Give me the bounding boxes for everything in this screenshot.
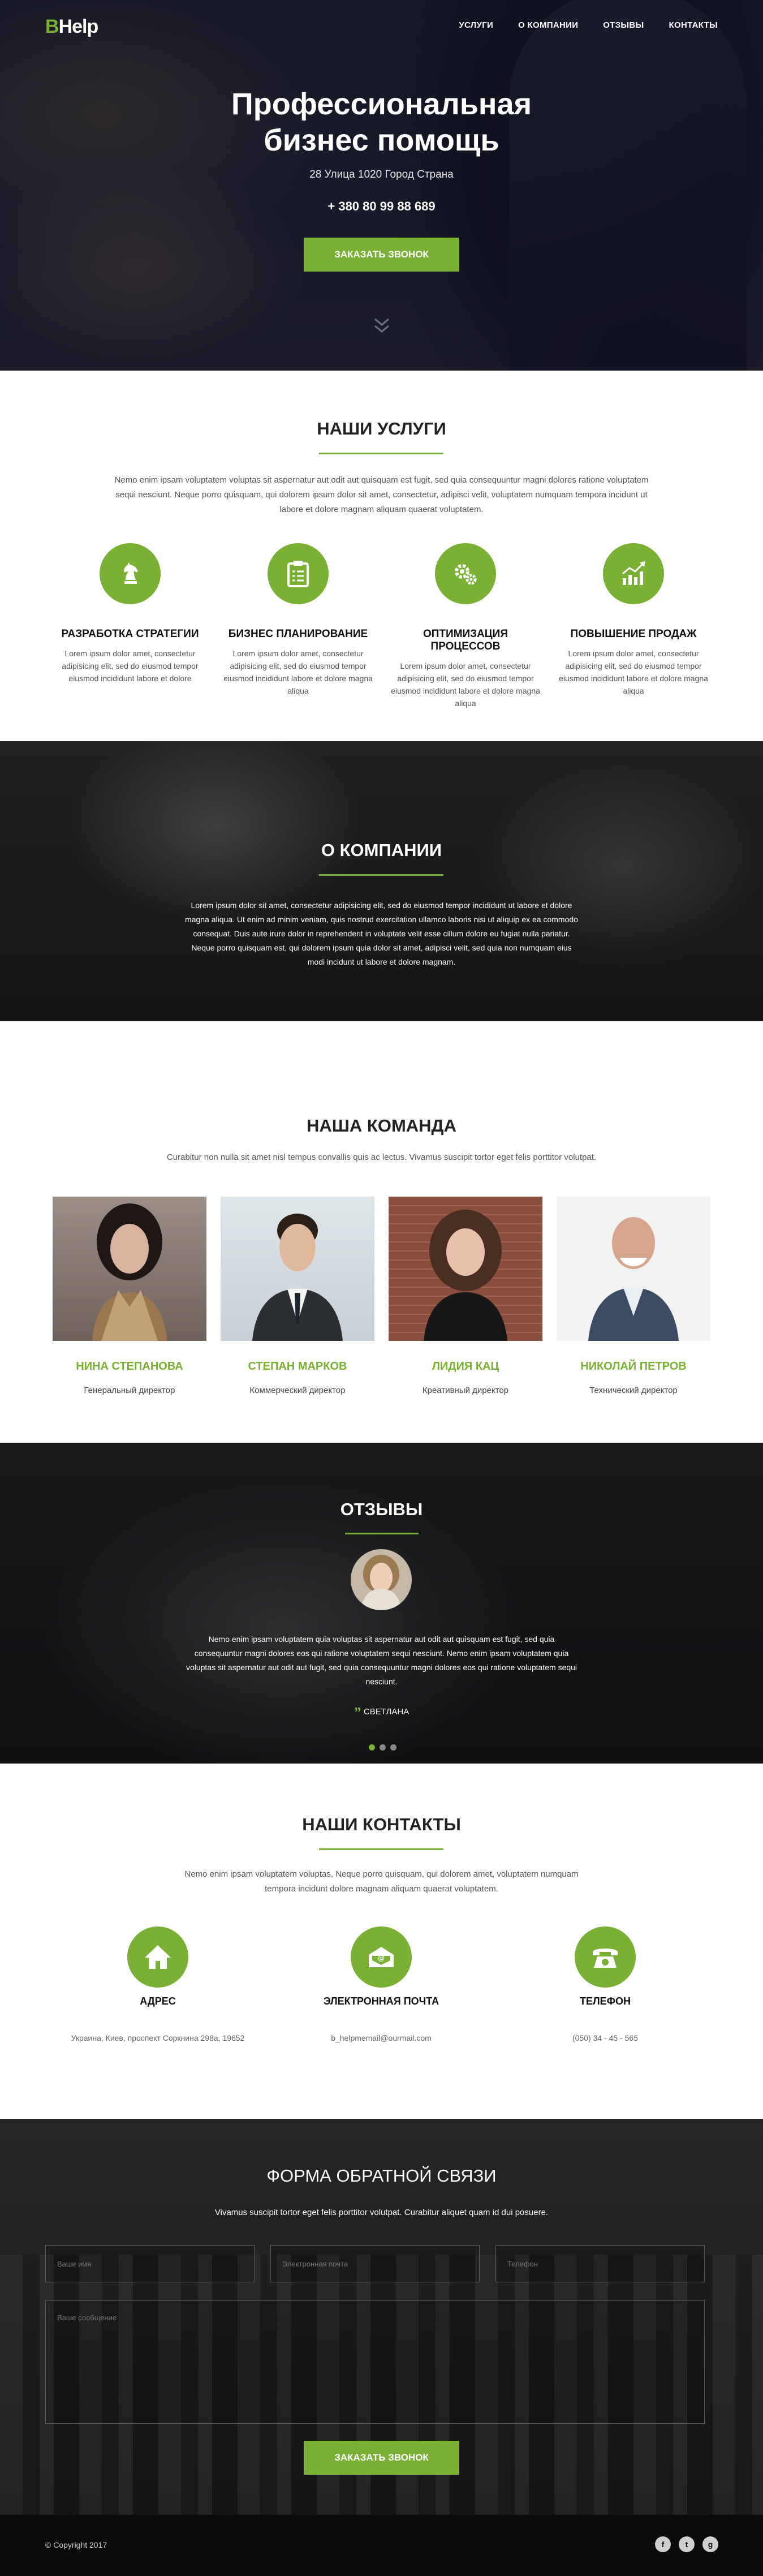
feedback-intro: Vivamus suscipit tortor eget felis portt…: [214, 2208, 549, 2217]
slider-dot[interactable]: [380, 1744, 386, 1751]
submit-button[interactable]: ЗАКАЗАТЬ ЗВОНОК: [304, 2441, 459, 2475]
hero-section: BHelp УСЛУГИ О КОМПАНИИ ОТЗЫВЫ КОНТАКТЫ …: [0, 0, 763, 371]
contacts-title: НАШИ КОНТАКТЫ: [302, 1814, 461, 1834]
svg-text:@: @: [378, 1954, 385, 1962]
team-title: НАША КОМАНДА: [306, 1116, 457, 1136]
title-underline: [319, 874, 443, 876]
mail-icon: @: [351, 1926, 412, 1988]
services-title: НАШИ УСЛУГИ: [317, 419, 446, 438]
feedback-title: ФОРМА ОБРАТНОЙ СВЯЗИ: [266, 2166, 497, 2186]
nav-item-about[interactable]: О КОМПАНИИ: [518, 20, 578, 30]
contact-card-address: АДРЕС Украина, Киев, проспект Соркнина 2…: [50, 1926, 265, 2042]
contacts-intro: Nemo enim ipsam voluptatem voluptas, Neq…: [184, 1869, 579, 1894]
nav-item-contacts[interactable]: КОНТАКТЫ: [669, 20, 718, 30]
copyright: © Copyright 2017: [45, 2540, 107, 2549]
title-underline: [345, 1533, 419, 1534]
reviews-title: ОТЗЫВЫ: [340, 1499, 423, 1519]
hero-title: Профессиональная бизнес помощь: [231, 87, 532, 157]
team-member-card: НИНА СТЕПАНОВА Генеральный директор: [53, 1197, 206, 1395]
slider-dots: [369, 1744, 396, 1751]
nav-item-services[interactable]: УСЛУГИ: [459, 20, 493, 30]
home-icon: [127, 1926, 188, 1988]
quote-icon: ”: [354, 1704, 361, 1721]
services-intro: Nemo enim ipsam voluptatem voluptas sit …: [114, 475, 649, 514]
gears-icon: [435, 543, 496, 604]
team-photo: [53, 1197, 206, 1341]
hero-address: 28 Улица 1020 Город Страна: [309, 169, 454, 180]
about-section: [0, 741, 763, 1021]
email-field[interactable]: [270, 2245, 480, 2282]
service-card: БИЗНЕС ПЛАНИРОВАНИЕ Lorem ipsum dolor am…: [222, 543, 374, 697]
name-field[interactable]: [45, 2245, 255, 2282]
footer: © Copyright 2017 f t g: [0, 2515, 763, 2576]
order-call-button[interactable]: ЗАКАЗАТЬ ЗВОНОК: [304, 238, 459, 272]
phone-field[interactable]: [495, 2245, 705, 2282]
twitter-icon[interactable]: t: [679, 2536, 695, 2552]
title-underline: [319, 453, 443, 454]
team-photo: [221, 1197, 374, 1341]
contact-card-phone: ТЕЛЕФОН (050) 34 - 45 - 565: [498, 1926, 713, 2042]
review-author: ” СВЕТЛАНА: [354, 1704, 409, 1721]
team-intro: Curabitur non nulla sit amet nisl tempus…: [166, 1152, 597, 1162]
hero-phone: + 380 80 99 88 689: [327, 199, 436, 213]
about-title: О КОМПАНИИ: [321, 840, 442, 860]
title-underline: [319, 1848, 443, 1850]
contact-card-email: @ ЭЛЕКТРОННАЯ ПОЧТА b_helpmemail@ourmail…: [274, 1926, 489, 2042]
main-nav: УСЛУГИ О КОМПАНИИ ОТЗЫВЫ КОНТАКТЫ: [459, 20, 718, 30]
team-photo: [389, 1197, 542, 1341]
clipboard-icon: [268, 543, 329, 604]
google-plus-icon[interactable]: g: [702, 2536, 718, 2552]
team-member-card: НИКОЛАЙ ПЕТРОВ Технический директор: [557, 1197, 710, 1395]
review-text: Nemo enim ipsam voluptatem quia voluptas…: [186, 1635, 577, 1686]
service-card: ПОВЫШЕНИЕ ПРОДАЖ Lorem ipsum dolor amet,…: [557, 543, 710, 697]
message-field[interactable]: [45, 2300, 705, 2424]
avatar: [351, 1549, 412, 1610]
slider-dot-active[interactable]: [369, 1744, 375, 1751]
about-text: Lorem ipsum dolor sit amet, consectetur …: [185, 901, 578, 966]
nav-item-reviews[interactable]: ОТЗЫВЫ: [603, 20, 644, 30]
service-card: РАЗРАБОТКА СТРАТЕГИИ Lorem ipsum dolor a…: [54, 543, 206, 685]
chart-growth-icon: [603, 543, 664, 604]
brand-logo[interactable]: BHelp: [45, 16, 98, 38]
double-chevron-down-icon[interactable]: [370, 315, 393, 337]
team-member-card: ЛИДИЯ КАЦ Креативный директор: [389, 1197, 542, 1395]
facebook-icon[interactable]: f: [655, 2536, 671, 2552]
chess-knight-icon: [100, 543, 161, 604]
service-card: ОПТИМИЗАЦИЯ ПРОЦЕССОВ Lorem ipsum dolor …: [389, 543, 542, 709]
team-photo: [557, 1197, 710, 1341]
team-member-card: СТЕПАН МАРКОВ Коммерческий директор: [221, 1197, 374, 1395]
phone-icon: [575, 1926, 636, 1988]
slider-dot[interactable]: [390, 1744, 396, 1751]
